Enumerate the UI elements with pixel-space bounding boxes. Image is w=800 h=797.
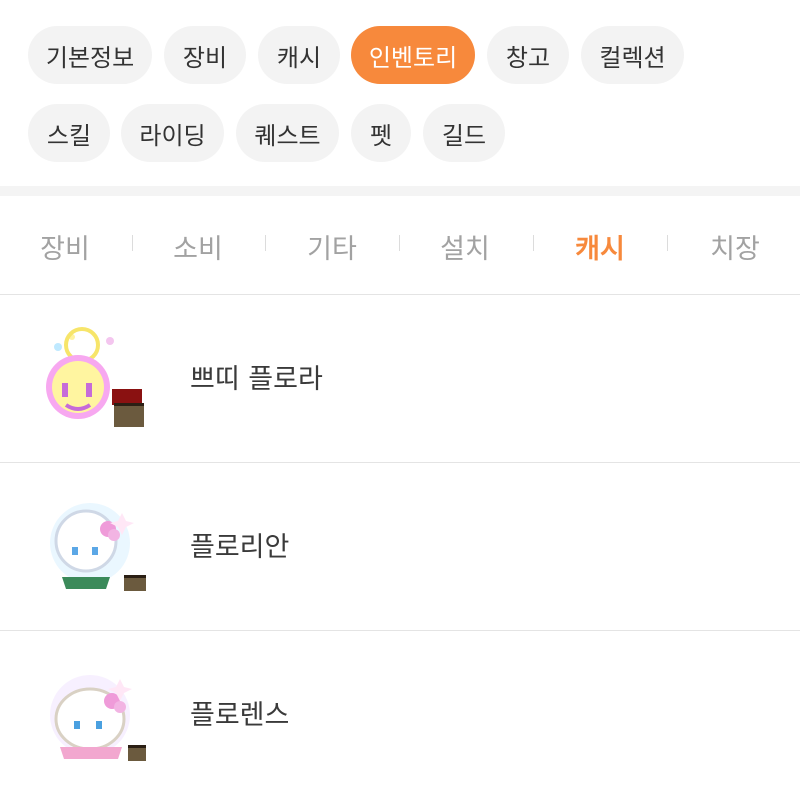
category-tabs: 기본정보 장비 캐시 인벤토리 창고 컬렉션 스킬 라이딩 퀘스트 펫 길드 [0,0,800,186]
subtab-divider [667,235,668,251]
tab-quest[interactable]: 퀘스트 [236,104,339,162]
subtab-cash[interactable]: 캐시 [555,226,645,266]
tab-pet[interactable]: 펫 [351,104,411,162]
tab-basic-info[interactable]: 기본정보 [28,26,152,84]
petit-flora-icon [46,327,144,427]
subtab-decoration[interactable]: 치장 [690,226,780,266]
list-item[interactable]: 쁘띠 플로라 [0,295,800,461]
item-name: 플로리안 [190,532,290,563]
tab-riding[interactable]: 라이딩 [121,104,224,162]
list-item[interactable]: 플로리안 [0,463,800,629]
subtab-etc[interactable]: 기타 [287,226,377,266]
list-item[interactable]: 플로렌스 [0,631,800,797]
item-name: 쁘띠 플로라 [190,364,323,395]
subtab-divider [399,235,400,251]
tab-cash[interactable]: 캐시 [258,26,340,84]
tab-guild[interactable]: 길드 [423,104,505,162]
florence-icon [50,675,146,761]
subtab-consumable[interactable]: 소비 [153,226,243,266]
tab-storage[interactable]: 창고 [487,26,569,84]
subtab-divider [265,235,266,251]
florian-icon [50,503,146,591]
subtab-setup[interactable]: 설치 [420,226,510,266]
tab-equipment[interactable]: 장비 [164,26,246,84]
item-name: 플로렌스 [190,700,290,731]
subtab-divider [132,235,133,251]
section-separator [0,186,800,196]
inventory-subtabs: 장비 소비 기타 설치 캐시 치장 [0,196,800,294]
subtab-divider [533,235,534,251]
tab-inventory[interactable]: 인벤토리 [351,26,475,84]
subtab-equipment[interactable]: 장비 [20,226,110,266]
tab-skill[interactable]: 스킬 [28,104,110,162]
tab-collection[interactable]: 컬렉션 [581,26,684,84]
